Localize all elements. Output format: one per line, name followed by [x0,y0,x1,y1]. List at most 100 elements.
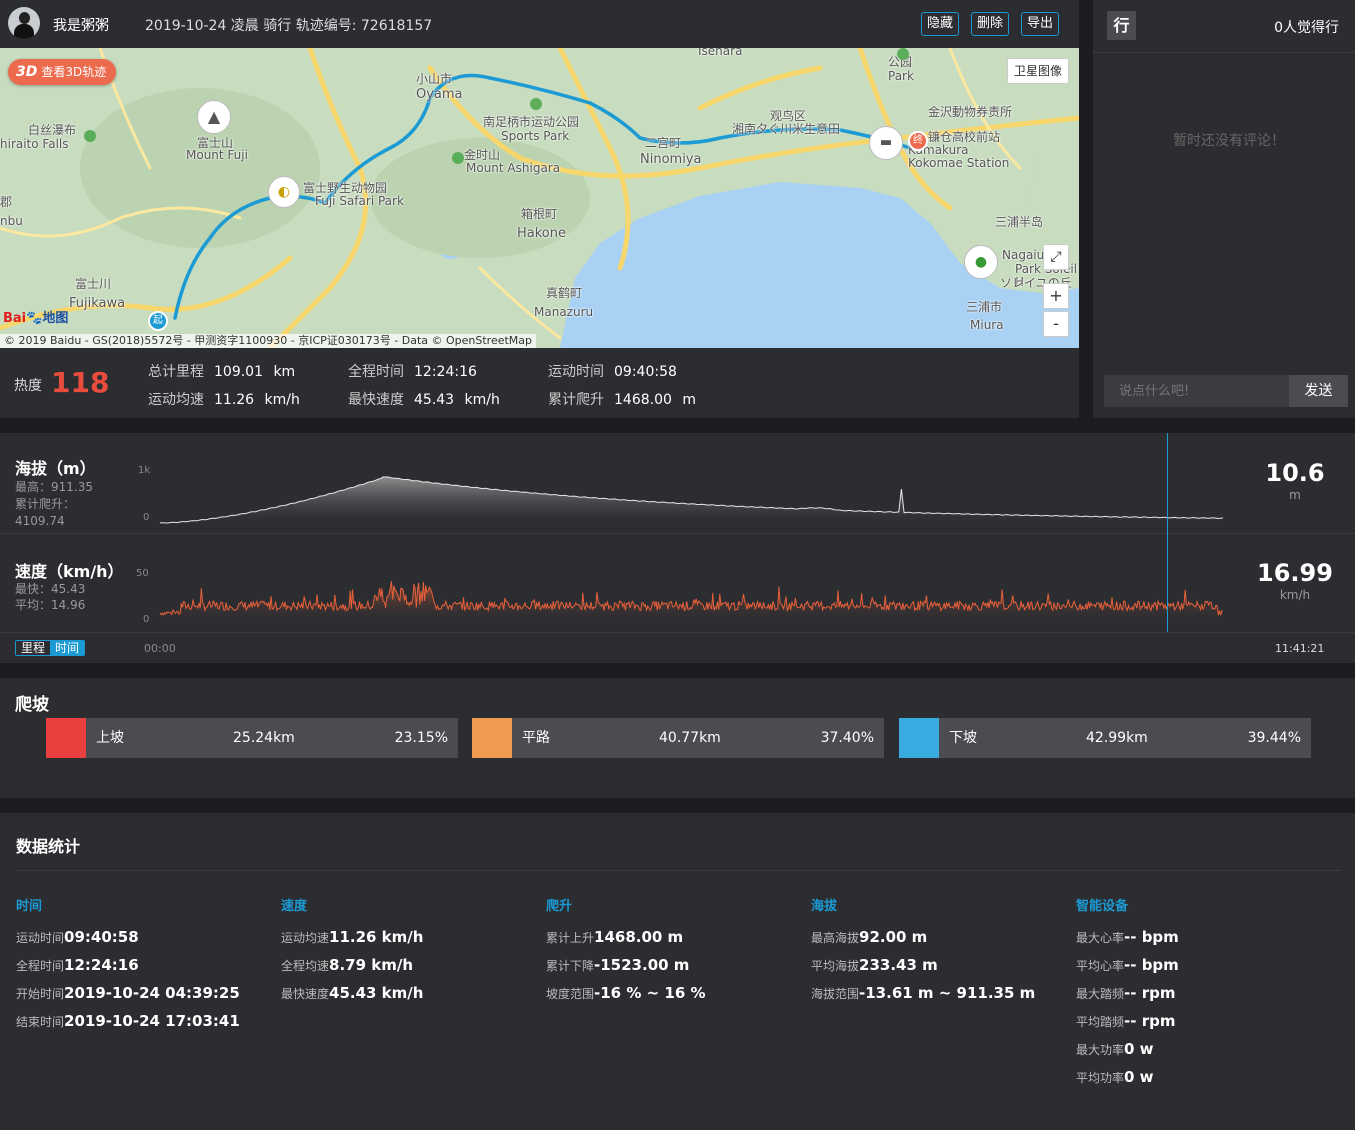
stats-row: 平均功率0 w [1076,1068,1154,1086]
baidu-logo-text: Bai [3,311,27,326]
stat-total-distance: 总计里程 109.01 km [148,364,296,380]
divider [16,870,1341,871]
profile-charts[interactable]: 海拔（m） 最高：911.35 累计爬升： 4109.74 1k 0 10.6 … [0,433,1355,663]
export-button[interactable]: 导出 [1021,12,1060,36]
track-map[interactable]: Isehara 公园 Park 白丝瀑布 hiraito Falls 小山市 O… [0,48,1079,348]
uphill-swatch [46,718,86,758]
satellite-button[interactable]: 卫星图像 [1006,58,1069,84]
stats-row: 全程均速8.79 km/h [281,956,414,974]
map-label-fuji: Mount Fuji [186,148,248,162]
stats-col-header: 海拔 [811,899,838,914]
stats-col-header: 爬升 [546,899,573,914]
map-label-ninomiya-cn: 二宫町 [645,136,682,150]
elevation-area [160,476,1223,524]
stats-row: 开始时间2019-10-24 04:39:25 [16,984,240,1002]
stats-row: 最大心率-- bpm [1076,928,1179,946]
map-label-shonan: 湘南夕ぐ川米生意田 [732,122,841,136]
stats-row: 运动时间09:40:58 [16,928,139,946]
map-label-bu: 郡 [0,195,13,209]
like-icon[interactable]: 行 [1107,11,1136,40]
divider [1093,52,1355,53]
speed-plot[interactable] [0,534,1355,632]
avatar[interactable] [8,7,40,39]
stats-row: 最高海拔92.00 m [811,928,928,946]
map-label-oyama-cn: 小山市 [416,72,453,86]
axis-toggle[interactable]: 里程 时间 [15,640,86,656]
station-poi-icon[interactable]: ▬ [869,126,903,160]
chart-cursor[interactable] [1167,433,1168,632]
map-label-isehara: Isehara [698,48,743,58]
data-stats-title: 数据统计 [16,837,81,856]
map-label-miura-cn: 三浦市 [966,300,1003,314]
green-park-icon [84,130,96,142]
map-label-oyama: Oyama [416,87,463,102]
stats-col-header: 时间 [16,899,43,914]
map-canvas [0,48,1079,348]
stats-row: 最大踏频-- rpm [1076,984,1176,1002]
speed-current-unit: km/h [1279,588,1311,602]
stats-row: 海拔范围-13.61 m ~ 911.35 m [811,984,1036,1002]
3d-icon: 3D [16,64,38,80]
map-label-minamiashigara: 南足柄市运动公园 [483,115,580,129]
park-poi-icon[interactable]: ● [964,245,998,279]
send-button[interactable]: 发送 [1289,375,1348,407]
map-label-fujikawa: Fujikawa [69,296,126,311]
track-meta: 2019-10-24 凌晨 骑行 轨迹编号: 72618157 [145,18,433,34]
paw-icon: 🐾 [26,311,43,326]
stat-total-climb: 累计爬升 1468.00 m [548,392,696,408]
map-label-nbu: nbu [0,214,23,228]
stat-moving-avg-speed: 运动均速 11.26 km/h [148,392,300,408]
flat-swatch [472,718,512,758]
green-park-icon-2 [530,98,542,110]
toggle-distance[interactable]: 里程 [16,641,51,655]
elevation-plot[interactable] [0,433,1355,533]
stats-row: 平均心率-- bpm [1076,956,1179,974]
hide-button[interactable]: 隐藏 [921,12,960,36]
divider [0,632,1355,633]
comment-input[interactable] [1104,375,1289,407]
map-copyright: © 2019 Baidu - GS(2018)5572号 - 甲测资字11009… [0,334,537,348]
stats-row: 运动均速11.26 km/h [281,928,424,946]
zoom-out-button[interactable]: - [1043,311,1069,337]
stat-moving-time: 运动时间 09:40:58 [548,364,677,380]
climb-section: 爬坡 上坡 25.24km 23.15% 平路 40.77km 37.40% 下坡 42.… [0,678,1355,798]
map-label-kokomae: Kokomae Station [908,156,1010,170]
end-marker-icon[interactable]: 终 [908,131,928,151]
downhill-swatch [899,718,939,758]
climb-bar-flat: 平路 40.77km 37.40% [472,718,884,758]
fuji-poi-icon[interactable]: ▲ [197,100,231,134]
stat-max-speed: 最快速度 45.43 km/h [348,392,500,408]
track-panel: 我是粥粥 2019-10-24 凌晨 骑行 轨迹编号: 72618157 隐藏 … [0,0,1079,418]
map-label-waterfall-cn: 白丝瀑布 [28,123,77,137]
username[interactable]: 我是粥粥 [53,15,109,35]
climb-bar-uphill: 上坡 25.24km 23.15% [46,718,458,758]
map-label-kanazawa: 金沢動物券责所 [928,105,1013,119]
toggle-time[interactable]: 时间 [50,641,85,655]
baidu-logo-text2: 地图 [42,311,69,326]
stats-col-climb: 爬升 累计上升1468.00 m 累计下降-1523.00 m 坡度范围-16 … [546,895,706,1007]
speed-current-value: 16.99 [1257,559,1333,587]
map-label-sports-park: Sports Park [501,129,570,143]
start-marker-icon[interactable]: 起 [148,311,168,331]
map-label-park: Park [888,69,914,83]
stat-total-time: 全程时间 12:24:16 [348,364,477,380]
view-3d-button[interactable]: 3D 查看3D轨迹 [8,59,117,85]
delete-button[interactable]: 删除 [971,12,1010,36]
zoom-in-button[interactable]: + [1043,283,1069,309]
map-label-miura: Miura [970,318,1004,332]
stats-row: 平均海拔233.43 m [811,956,938,974]
stats-row: 全程时间12:24:16 [16,956,139,974]
map-label-manazuru-cn: 真鹤町 [546,286,583,300]
baidu-logo[interactable]: Bai🐾地图 [3,307,68,326]
stats-row: 最大功率0 w [1076,1040,1154,1058]
track-header: 我是粥粥 2019-10-24 凌晨 骑行 轨迹编号: 72618157 隐藏 … [0,0,1079,48]
elevation-chart: 海拔（m） 最高：911.35 累计爬升： 4109.74 1k 0 10.6 … [0,433,1355,533]
speed-chart: 速度（km/h） 最快：45.43 平均：14.96 50 0 16.99 km… [0,534,1355,632]
fullscreen-icon[interactable]: ⤢ [1043,244,1069,270]
stats-col-devices: 智能设备 最大心率-- bpm 平均心率-- bpm 最大踏频-- rpm 平均… [1076,895,1179,1091]
green-park-icon-3 [452,152,464,164]
likes-count: 0人觉得行 [1274,20,1339,36]
green-park-icon-4 [897,48,909,60]
safari-poi-icon[interactable]: ◐ [268,176,300,208]
no-comments-text: 暂时还没有评论！ [1173,133,1285,149]
